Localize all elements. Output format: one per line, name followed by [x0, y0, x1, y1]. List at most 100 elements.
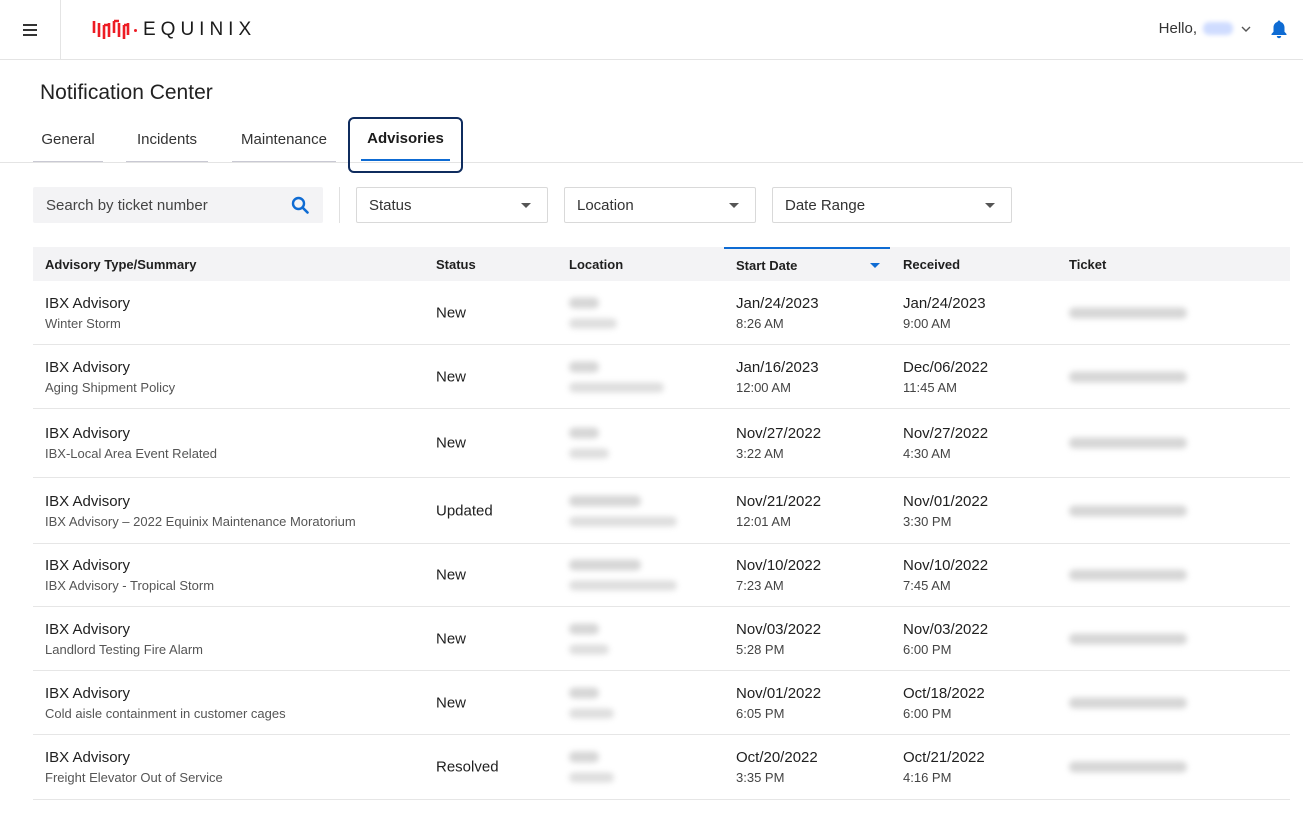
start-date-cell: Oct/20/2022 3:35 PM	[724, 735, 890, 799]
tab-advisories[interactable]: Advisories	[348, 117, 463, 173]
table-row[interactable]: IBX Advisory Aging Shipment Policy New J…	[33, 345, 1290, 409]
start-date-cell: Nov/21/2022 12:01 AM	[724, 478, 890, 543]
location-cell-redacted	[569, 409, 709, 477]
table-row[interactable]: IBX Advisory IBX Advisory – 2022 Equinix…	[33, 478, 1290, 544]
chevron-down-icon	[985, 203, 995, 208]
notifications-bell-button[interactable]	[1269, 19, 1289, 44]
ticket-cell-redacted	[1069, 345, 1219, 408]
table-row[interactable]: IBX Advisory Winter Storm New Jan/24/202…	[33, 281, 1290, 345]
start-time: 12:01 AM	[736, 513, 791, 529]
status-cell: New	[436, 607, 556, 670]
search-icon[interactable]	[291, 196, 309, 214]
start-time: 6:05 PM	[736, 705, 785, 721]
start-date: Nov/01/2022	[736, 684, 822, 702]
date-range-filter-select[interactable]: Date Range	[772, 187, 1012, 223]
location-code-redacted	[569, 559, 641, 571]
start-date: Nov/27/2022	[736, 425, 822, 442]
location-cell-redacted	[569, 281, 709, 344]
table-row[interactable]: IBX Advisory Landlord Testing Fire Alarm…	[33, 607, 1290, 671]
start-date-cell: Nov/27/2022 3:22 AM	[724, 409, 890, 477]
start-time: 5:28 PM	[736, 641, 785, 657]
status-filter-select[interactable]: Status	[356, 187, 548, 223]
received-date: Nov/03/2022	[903, 620, 989, 638]
location-code-redacted	[569, 361, 599, 372]
received-date: Jan/24/2023	[903, 294, 986, 312]
status-cell: Resolved	[436, 735, 556, 799]
chevron-down-icon	[521, 203, 531, 208]
start-date: Nov/10/2022	[736, 557, 822, 574]
advisory-summary: IBX Advisory - Tropical Storm	[45, 578, 215, 593]
column-header-start-date[interactable]: Start Date	[724, 247, 890, 281]
start-date-cell: Nov/01/2022 6:05 PM	[724, 671, 890, 734]
start-time: 8:26 AM	[736, 315, 784, 331]
status-text: New	[436, 694, 467, 711]
location-code-redacted	[569, 495, 641, 506]
tab-label: Advisories	[367, 129, 444, 147]
status-cell: New	[436, 345, 556, 408]
column-header-received[interactable]: Received	[903, 247, 1053, 281]
received-cell: Nov/10/2022 7:45 AM	[891, 544, 1051, 606]
status-text: New	[436, 368, 467, 385]
status-text: New	[436, 630, 467, 647]
start-date-cell: Jan/16/2023 12:00 AM	[724, 345, 890, 408]
column-header-location[interactable]: Location	[569, 247, 719, 281]
status-cell: New	[436, 409, 556, 477]
location-code-redacted	[569, 297, 599, 308]
ticket-number-redacted	[1069, 569, 1187, 581]
filter-bar: Status Location Date Range	[33, 187, 1293, 223]
tab-label: Incidents	[136, 131, 198, 148]
location-name-redacted	[569, 580, 677, 591]
ticket-number-redacted	[1069, 697, 1187, 708]
bell-icon	[1271, 20, 1287, 39]
ticket-number-redacted	[1069, 633, 1187, 644]
received-cell: Nov/01/2022 3:30 PM	[891, 478, 1051, 543]
table-row[interactable]: IBX Advisory Freight Elevator Out of Ser…	[33, 735, 1290, 800]
location-filter-label: Location	[577, 196, 634, 214]
received-date: Nov/27/2022	[903, 425, 989, 442]
column-header-ticket[interactable]: Ticket	[1069, 247, 1219, 281]
location-cell-redacted	[569, 671, 709, 734]
received-time: 3:30 PM	[903, 513, 952, 529]
location-cell-redacted	[569, 345, 709, 408]
equinix-logo[interactable]: EQUINIX	[92, 18, 256, 42]
ticket-cell-redacted	[1069, 735, 1219, 799]
ticket-cell-redacted	[1069, 409, 1219, 477]
column-header-advisory-type[interactable]: Advisory Type/Summary	[45, 247, 425, 281]
table-row[interactable]: IBX Advisory Cold aisle containment in c…	[33, 671, 1290, 735]
search-input[interactable]	[33, 196, 273, 214]
received-time: 4:16 PM	[903, 770, 952, 785]
advisory-cell: IBX Advisory Freight Elevator Out of Ser…	[33, 735, 423, 799]
user-menu[interactable]: Hello,	[1159, 20, 1251, 37]
location-name-redacted	[569, 382, 664, 392]
location-name-redacted	[569, 772, 614, 783]
ticket-number-redacted	[1069, 505, 1187, 516]
location-filter-select[interactable]: Location	[564, 187, 756, 223]
advisory-cell: IBX Advisory Aging Shipment Policy	[33, 345, 423, 408]
advisory-cell: IBX Advisory Cold aisle containment in c…	[33, 671, 423, 734]
ticket-cell-redacted	[1069, 281, 1219, 344]
tab-incidents[interactable]: Incidents	[126, 118, 208, 162]
column-header-status[interactable]: Status	[436, 247, 556, 281]
page-title: Notification Center	[40, 81, 213, 104]
hamburger-menu-button[interactable]	[0, 0, 61, 60]
tab-bar: General Incidents Maintenance Advisories	[0, 117, 1303, 173]
table-row[interactable]: IBX Advisory IBX Advisory - Tropical Sto…	[33, 544, 1290, 607]
advisory-summary: Winter Storm	[45, 315, 121, 331]
tab-general[interactable]: General	[33, 118, 103, 162]
received-date: Dec/06/2022	[903, 358, 989, 376]
received-date: Nov/10/2022	[903, 557, 989, 574]
logo-dot	[134, 28, 137, 32]
status-text: New	[436, 566, 467, 584]
received-cell: Oct/18/2022 6:00 PM	[891, 671, 1051, 734]
start-date: Nov/03/2022	[736, 620, 822, 638]
ticket-number-redacted	[1069, 371, 1187, 382]
table-row[interactable]: IBX Advisory IBX-Local Area Event Relate…	[33, 409, 1290, 478]
start-time: 7:23 AM	[736, 578, 784, 593]
advisory-type: IBX Advisory	[45, 358, 131, 376]
received-time: 11:45 AM	[903, 379, 957, 395]
advisories-table: Advisory Type/Summary Status Location St…	[33, 247, 1290, 800]
advisory-type: IBX Advisory	[45, 620, 131, 638]
tab-maintenance[interactable]: Maintenance	[232, 118, 336, 162]
start-time: 3:35 PM	[736, 770, 785, 785]
status-cell: New	[436, 544, 556, 606]
